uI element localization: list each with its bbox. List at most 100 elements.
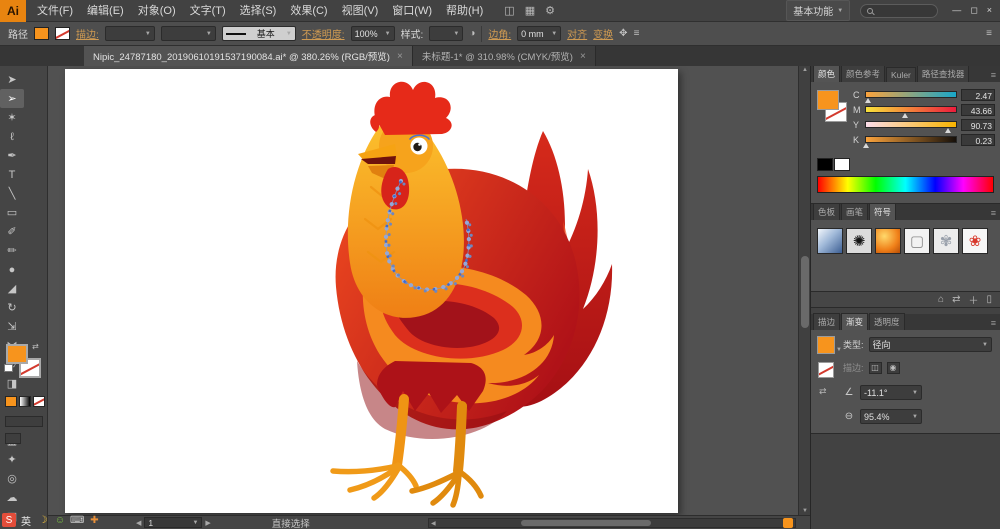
sogou-icon[interactable]: S bbox=[2, 513, 16, 527]
v-scroll-thumb[interactable] bbox=[801, 256, 809, 328]
toolbar-fill-swatch[interactable] bbox=[6, 344, 28, 364]
gradient-mode-button[interactable] bbox=[19, 396, 31, 407]
black-swatch[interactable] bbox=[817, 158, 833, 171]
channel-value[interactable]: 0.23 bbox=[961, 134, 995, 146]
scroll-down-icon[interactable]: ▼ bbox=[799, 508, 810, 514]
none-mode-button[interactable] bbox=[33, 396, 45, 407]
screen-mode-button[interactable] bbox=[5, 433, 21, 444]
color-mode-button[interactable] bbox=[5, 396, 17, 407]
h-scroll-thumb[interactable] bbox=[521, 520, 651, 526]
delete-symbol-icon[interactable]: ▯ bbox=[986, 294, 992, 305]
vertical-scrollbar[interactable]: ▲ ▼ bbox=[798, 66, 810, 515]
stroke-color-swatch[interactable] bbox=[55, 27, 70, 40]
align-objects-icon[interactable]: ✥ bbox=[619, 28, 627, 39]
lasso-tool[interactable]: ℓ bbox=[0, 127, 24, 146]
menu-item[interactable]: 选择(S) bbox=[233, 0, 284, 22]
style-dropdown[interactable]: ▼ bbox=[429, 26, 463, 41]
color-spectrum[interactable] bbox=[817, 176, 994, 193]
corner-link[interactable]: 边角: bbox=[488, 26, 511, 41]
gradient-aspect-dropdown[interactable]: 95.4%▼ bbox=[860, 409, 922, 424]
white-swatch[interactable] bbox=[834, 158, 850, 171]
channel-value[interactable]: 43.66 bbox=[961, 104, 995, 116]
rotate-tool[interactable]: ↻ bbox=[0, 298, 24, 317]
opacity-dropdown[interactable]: 100%▼ bbox=[351, 26, 395, 41]
direct-selection-tool[interactable]: ➢ bbox=[0, 89, 24, 108]
tab-close-icon[interactable]: × bbox=[580, 51, 586, 62]
gradient-stroke-swatch[interactable] bbox=[818, 362, 834, 378]
reverse-gradient-icon[interactable]: ⇄ bbox=[819, 386, 827, 397]
slider-thumb-icon[interactable] bbox=[865, 95, 871, 103]
menu-item[interactable]: 视图(V) bbox=[335, 0, 386, 22]
place-symbol-icon[interactable]: ⇄ bbox=[952, 294, 960, 305]
opacity-link[interactable]: 不透明度: bbox=[302, 26, 345, 41]
panel-tab[interactable]: 颜色参考 bbox=[841, 65, 885, 82]
corner-value-dropdown[interactable]: 0 mm▼ bbox=[517, 26, 561, 41]
channel-slider[interactable] bbox=[865, 136, 957, 143]
paintbrush-tool[interactable]: ✐ bbox=[0, 222, 24, 241]
artboard-nav-input[interactable]: 1 ▼ bbox=[144, 517, 202, 528]
eraser-tool[interactable]: ◢ bbox=[0, 279, 24, 298]
panel-tab[interactable]: 画笔 bbox=[841, 203, 868, 220]
panel-menu-icon[interactable]: ≡ bbox=[991, 70, 996, 80]
symbol-blank-frame[interactable]: ▢ bbox=[904, 228, 930, 254]
cs-live-icon[interactable]: ⚙ bbox=[545, 4, 555, 17]
workspace-switcher[interactable]: 基本功能 ▼ bbox=[786, 0, 850, 21]
blob-brush-tool[interactable]: ● bbox=[0, 260, 24, 279]
symbol-orange-sphere[interactable] bbox=[875, 228, 901, 254]
panel-tab[interactable]: 符号 bbox=[869, 203, 896, 220]
control-options-icon[interactable]: ≡ bbox=[634, 28, 640, 39]
default-fill-stroke-icon[interactable] bbox=[4, 364, 13, 372]
canvas-area[interactable]: ▲ ▼ bbox=[48, 66, 810, 515]
lang-cn-en-icon[interactable]: 英 bbox=[19, 513, 33, 527]
tab-close-icon[interactable]: × bbox=[397, 51, 403, 62]
panel-tab[interactable]: 路径查找器 bbox=[917, 65, 970, 82]
drawing-mode-button[interactable] bbox=[5, 416, 43, 427]
night-mode-icon[interactable]: ☽ bbox=[36, 513, 50, 527]
next-artboard-icon[interactable]: ▶ bbox=[205, 519, 210, 527]
channel-value[interactable]: 2.47 bbox=[961, 89, 995, 101]
symbol-silver-flower[interactable]: ✾ bbox=[933, 228, 959, 254]
swap-fill-stroke-icon[interactable]: ⇄ bbox=[32, 342, 39, 351]
menu-item[interactable]: 帮助(H) bbox=[439, 0, 490, 22]
type-tool[interactable]: T bbox=[0, 165, 24, 184]
channel-value[interactable]: 90.73 bbox=[961, 119, 995, 131]
artboard[interactable] bbox=[65, 69, 678, 513]
document-tab[interactable]: 未标题-1* @ 310.98% (CMYK/预览) × bbox=[413, 46, 596, 66]
gradient-fill-swatch[interactable]: ▼ bbox=[817, 336, 835, 354]
panel-tab[interactable]: 描边 bbox=[813, 313, 840, 330]
rectangle-tool[interactable]: ▭ bbox=[0, 203, 24, 222]
arrange-documents-icon[interactable]: ▦ bbox=[525, 4, 535, 17]
blend-tool[interactable]: ◎ bbox=[0, 469, 24, 488]
align-link[interactable]: 对齐 bbox=[567, 26, 587, 41]
panel-tab[interactable]: 色板 bbox=[813, 203, 840, 220]
stroke-link[interactable]: 描边: bbox=[76, 26, 99, 41]
new-symbol-icon[interactable]: ＋ bbox=[968, 292, 978, 307]
menu-item[interactable]: 文件(F) bbox=[30, 0, 80, 22]
panel-tab[interactable]: 颜色 bbox=[813, 65, 840, 82]
soft-keyboard-icon[interactable]: ⌨ bbox=[70, 513, 84, 527]
bridge-icon[interactable]: ◫ bbox=[504, 4, 514, 17]
scale-tool[interactable]: ⇲ bbox=[0, 317, 24, 336]
toolbox-icon[interactable]: ✚ bbox=[87, 513, 101, 527]
brush-definition-dropdown[interactable]: 基本▼ bbox=[222, 26, 296, 41]
panel-tab[interactable]: Kuler bbox=[886, 67, 916, 82]
channel-slider[interactable] bbox=[865, 91, 957, 98]
symbol-libraries-icon[interactable]: ⌂ bbox=[938, 294, 944, 305]
emoji-icon[interactable]: ☺ bbox=[53, 513, 67, 527]
gradient-within-stroke-icon[interactable]: ◫ bbox=[869, 362, 882, 374]
horizontal-scrollbar[interactable]: ◀ ▶ bbox=[428, 518, 796, 528]
panel-menu-icon[interactable]: ≡ bbox=[986, 28, 992, 39]
slider-thumb-icon[interactable] bbox=[945, 125, 951, 133]
symbol-blue-banner[interactable] bbox=[817, 228, 843, 254]
menu-item[interactable]: 编辑(E) bbox=[80, 0, 131, 22]
prev-artboard-icon[interactable]: ◀ bbox=[136, 519, 141, 527]
transform-link[interactable]: 变换 bbox=[593, 26, 613, 41]
line-segment-tool[interactable]: ╲ bbox=[0, 184, 24, 203]
scroll-left-icon[interactable]: ◀ bbox=[431, 520, 436, 527]
menu-item[interactable]: 窗口(W) bbox=[385, 0, 439, 22]
fill-color-swatch[interactable] bbox=[34, 27, 49, 40]
pencil-tool[interactable]: ✏ bbox=[0, 241, 24, 260]
panel-tab[interactable]: 透明度 bbox=[869, 313, 905, 330]
search-input[interactable] bbox=[860, 4, 938, 18]
panel-menu-icon[interactable]: ≡ bbox=[991, 318, 996, 328]
